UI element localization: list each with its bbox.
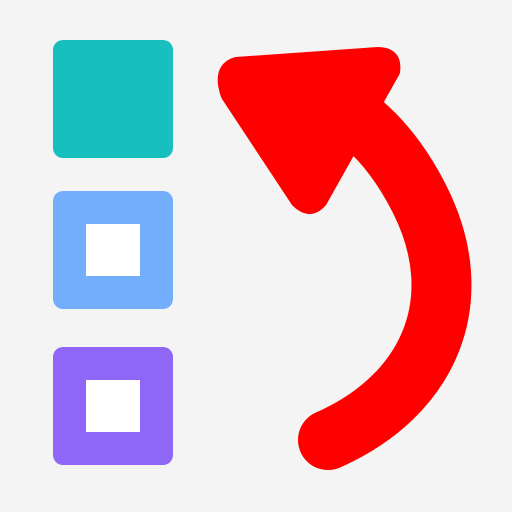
move-to-top-icon-canvas [0,0,512,512]
curved-up-arrow-icon [217,47,472,470]
